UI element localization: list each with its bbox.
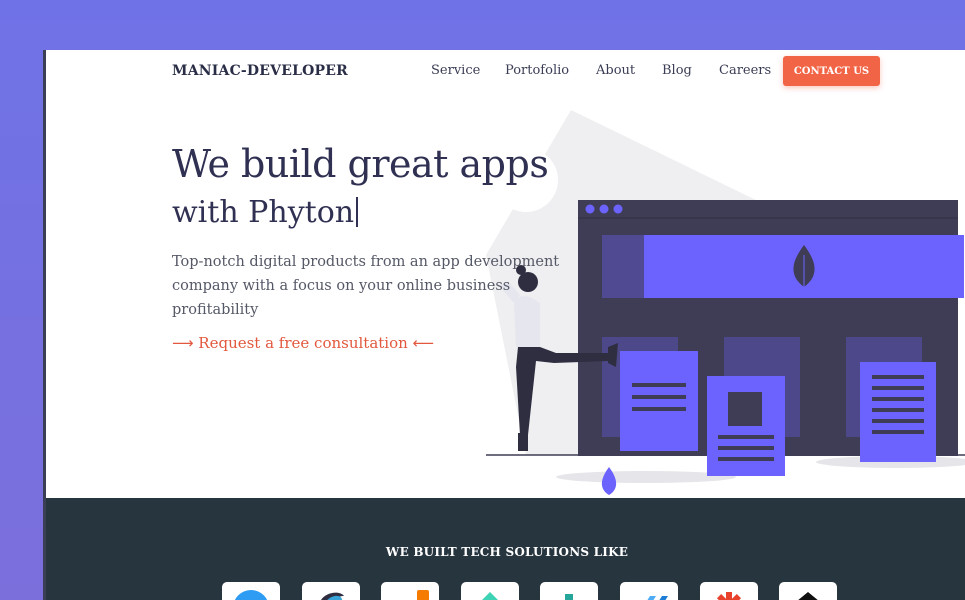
blue-circle-logo-icon: [234, 590, 268, 600]
document-card: [620, 351, 698, 451]
typing-cursor: [356, 197, 359, 227]
tech-logo-5: [540, 582, 598, 600]
black-chevron-logo-icon: [798, 592, 818, 600]
top-navigation: MANIAC-DEVELOPER Service Portofolio Abou…: [46, 50, 965, 95]
card-image: [728, 392, 762, 426]
tech-logo-6: [620, 582, 678, 600]
card-line: [718, 435, 774, 439]
nav-item-portofolio[interactable]: Portofolio: [505, 63, 569, 78]
tech-solutions-section: WE BUILT TECH SOLUTIONS LIKE: [46, 498, 965, 600]
tech-logo-4: [461, 582, 519, 600]
card-line: [718, 457, 774, 461]
card-line: [872, 386, 924, 390]
hero-description: Top-notch digital products from an app d…: [172, 254, 560, 318]
website-preview: MANIAC-DEVELOPER Service Portofolio Abou…: [43, 50, 965, 600]
hero-subtitle-text: with Phyton: [172, 195, 355, 230]
tech-logo-8: [779, 582, 837, 600]
swirl-logo-icon: [321, 592, 344, 600]
brand-logo[interactable]: MANIAC-DEVELOPER: [172, 63, 348, 79]
card-line: [872, 430, 924, 434]
orange-bars-logo-icon: [417, 590, 429, 600]
tech-section-title: WE BUILT TECH SOLUTIONS LIKE: [385, 545, 629, 559]
arrow-left-icon: ⟵: [412, 334, 435, 352]
red-asterisk-logo-icon: [716, 592, 742, 600]
nav-item-about[interactable]: About: [596, 63, 635, 78]
teal-plus-logo-icon: [565, 594, 573, 600]
small-leaf-icon: [601, 467, 617, 495]
browser-titlebar: [578, 200, 958, 218]
hero-title: We build great apps: [172, 142, 549, 186]
window-dot-icon: [613, 204, 623, 214]
card-line: [872, 419, 924, 423]
card-line: [872, 375, 924, 379]
arrow-right-icon: ⟶: [172, 334, 194, 352]
card-line: [632, 407, 686, 411]
window-dot-icon: [599, 204, 609, 214]
tech-logo-1: [222, 582, 280, 600]
card-line: [632, 383, 686, 387]
card-line: [632, 395, 686, 399]
cta-label: Request a free consultation: [198, 334, 408, 352]
blue-stripes-logo-icon: [647, 596, 668, 600]
contact-us-button[interactable]: CONTACT US: [783, 56, 880, 86]
card-line: [872, 397, 924, 401]
card-line: [872, 408, 924, 412]
free-consultation-link[interactable]: ⟶ Request a free consultation ⟵: [172, 334, 434, 352]
tech-logo-2: [302, 582, 360, 600]
card-line: [718, 446, 774, 450]
nav-item-blog[interactable]: Blog: [662, 63, 692, 78]
tech-logo-7: [700, 582, 758, 600]
tech-logo-3: [381, 582, 439, 600]
window-dot-icon: [585, 204, 595, 214]
nav-item-careers[interactable]: Careers: [719, 63, 771, 78]
nav-item-service[interactable]: Service: [431, 63, 480, 78]
hero-subtitle: with Phyton: [172, 195, 359, 230]
teal-diamond-logo-icon: [482, 592, 498, 600]
